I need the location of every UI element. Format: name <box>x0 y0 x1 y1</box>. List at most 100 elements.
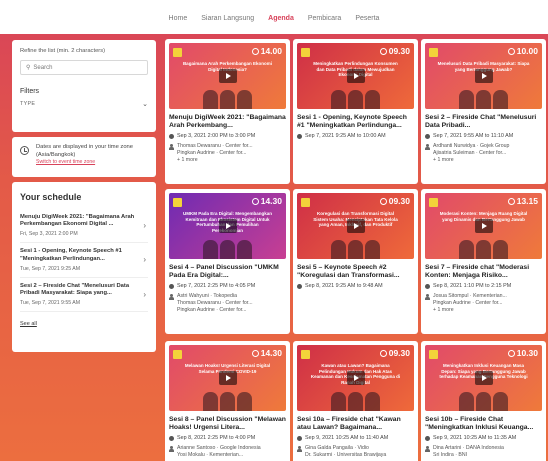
session-thumbnail[interactable]: 10.30 Meningkatkan Inklusi Keuangan Masa … <box>425 345 542 411</box>
clock-icon <box>251 349 259 357</box>
play-icon[interactable] <box>474 69 493 83</box>
event-logo-icon <box>173 198 182 207</box>
speaker-photos <box>425 87 542 109</box>
session-card[interactable]: 14.00 Bagaimana Arah Perkembangan Ekonomi… <box>165 39 290 184</box>
session-date-row: Sep 9, 2021 10:25 AM to 11:35 AM <box>425 435 542 441</box>
session-card[interactable]: 09.30 Koregulasi dan Transformasi Digital… <box>293 189 418 334</box>
session-speakers: Gina Galda Pangaila · Vidio Dr. Sukarmi ·… <box>297 445 414 459</box>
search-input[interactable]: ⚲ Search <box>20 60 148 75</box>
schedule-item[interactable]: Sesi 2 – Fireside Chat "Menelusuri Data … <box>20 278 148 313</box>
schedule-item-date: Tue, Sep 7, 2021 9:25 AM <box>20 265 81 272</box>
session-time-badge: 10.30 <box>507 348 538 358</box>
person-icon <box>425 294 430 300</box>
speaker-name: Ardhanti Nurwidya · Gojek Group <box>433 143 510 149</box>
calendar-icon <box>297 133 302 139</box>
search-icon: ⚲ <box>26 65 31 71</box>
session-time: 14.00 <box>260 46 282 56</box>
session-time-badge: 10.00 <box>507 46 538 56</box>
session-date: Sep 7, 2021 9:55 AM to 11:10 AM <box>433 133 514 139</box>
session-thumbnail[interactable]: 09.30 Meningkatkan Perlindungan Konsumen … <box>297 43 414 109</box>
nav-link-peserta[interactable]: Peserta <box>355 12 379 22</box>
session-card[interactable]: 14.30 Melawan Hoaks! Urgensi Literasi Dig… <box>165 341 290 461</box>
calendar-icon <box>169 283 174 289</box>
session-date-row: Sep 7, 2021 2:25 PM to 4:05 PM <box>169 283 286 289</box>
session-date: Sep 9, 2021 10:25 AM to 11:35 AM <box>433 435 517 441</box>
event-logo-icon <box>301 48 310 57</box>
session-time-badge: 09.30 <box>379 348 410 358</box>
nav-link-pembicara[interactable]: Pembicara <box>308 12 341 22</box>
session-title[interactable]: Sesi 8 – Panel Discussion "Melawan Hoaks… <box>169 416 286 432</box>
schedule-item[interactable]: Menuju DigiWeek 2021: "Bagaimana Arah Pe… <box>20 209 148 244</box>
play-icon[interactable] <box>218 371 237 385</box>
session-thumbnail[interactable]: 13.15 Moderasi Konten: Menjaga Ruang Digi… <box>425 193 542 259</box>
session-thumbnail[interactable]: 09.30 Kawan atau Lawan? Bagaimana Pelindu… <box>297 345 414 411</box>
session-card[interactable]: 10.00 Menelusuri Data Pribadi Masyarakat:… <box>421 39 546 184</box>
calendar-icon <box>297 435 302 441</box>
session-card[interactable]: 09.30 Kawan atau Lawan? Bagaimana Pelindu… <box>293 341 418 461</box>
event-logo-icon <box>173 48 182 57</box>
schedule-item[interactable]: Sesi 1 - Opening, Keynote Speech #1 "Men… <box>20 243 148 278</box>
session-title[interactable]: Sesi 10b – Fireside Chat "Meningkatkan I… <box>425 416 542 432</box>
filter-hint: Refine the list (min. 2 characters) <box>20 48 106 54</box>
session-card[interactable]: 09.30 Meningkatkan Perlindungan Konsumen … <box>293 39 418 184</box>
session-thumbnail[interactable]: 14.30 UMKM Pada Era Digital: Mengembangka… <box>169 193 286 259</box>
play-icon[interactable] <box>346 371 365 385</box>
play-icon[interactable] <box>474 371 493 385</box>
session-title[interactable]: Sesi 1 - Opening, Keynote Speech #1 "Men… <box>297 114 414 130</box>
search-placeholder: Search <box>33 64 53 71</box>
session-time: 09.30 <box>388 46 410 56</box>
speaker-name: Thomas Dewaranu · Center for... <box>177 300 253 306</box>
session-title[interactable]: Menuju DigiWeek 2021: "Bagaimana Arah Pe… <box>169 114 286 130</box>
session-thumbnail[interactable]: 14.30 Melawan Hoaks! Urgensi Literasi Dig… <box>169 345 286 411</box>
speaker-name: Thomas Dewaranu · Center for... <box>177 143 253 149</box>
session-date-row: Sep 9, 2021 10:25 AM to 11:40 AM <box>297 435 414 441</box>
session-card[interactable]: 14.30 UMKM Pada Era Digital: Mengembangka… <box>165 189 290 334</box>
switch-timezone-link[interactable]: Switch to event time zone <box>36 159 148 165</box>
play-icon[interactable] <box>474 219 493 233</box>
speaker-name: Ajisatria Suleiman · Center for... <box>433 150 507 156</box>
event-logo-icon <box>429 350 438 359</box>
person-icon <box>425 446 430 452</box>
top-nav: Home Siaran Langsung Agenda Pembicara Pesert… <box>0 0 548 34</box>
session-speakers: Astri Wahyuni · Tokopedia Thomas Dewaranu… <box>169 293 286 314</box>
speaker-photos <box>169 237 286 259</box>
see-all-link[interactable]: See all <box>20 321 148 327</box>
speaker-name: Astri Wahyuni · Tokopedia <box>177 293 237 299</box>
session-title[interactable]: Sesi 2 – Fireside Chat "Menelusuri Data … <box>425 114 542 130</box>
calendar-icon <box>425 133 430 139</box>
event-logo-icon <box>429 48 438 57</box>
session-thumbnail[interactable]: 14.00 Bagaimana Arah Perkembangan Ekonomi… <box>169 43 286 109</box>
nav-link-agenda[interactable]: Agenda <box>268 12 294 22</box>
play-icon[interactable] <box>218 69 237 83</box>
session-time-badge: 09.30 <box>379 196 410 206</box>
nav-link-siaran-langsung[interactable]: Siaran Langsung <box>201 12 254 22</box>
session-card[interactable]: 13.15 Moderasi Konten: Menjaga Ruang Digi… <box>421 189 546 334</box>
session-thumbnail[interactable]: 09.30 Koregulasi dan Transformasi Digital… <box>297 193 414 259</box>
person-icon <box>297 446 302 452</box>
clock-icon <box>379 349 387 357</box>
clock-icon <box>507 47 515 55</box>
session-title[interactable]: Sesi 10a – Fireside chat "Kawan atau Law… <box>297 416 414 432</box>
play-icon[interactable] <box>346 69 365 83</box>
more-speakers: + 1 more <box>177 157 198 163</box>
session-time-badge: 14.30 <box>251 348 282 358</box>
speaker-name: Yosi Mokalu · Kementerian... <box>177 452 244 458</box>
filters-title: Filters <box>20 88 40 95</box>
play-icon[interactable] <box>346 219 365 233</box>
play-icon[interactable] <box>218 219 237 233</box>
speaker-photos <box>425 389 542 411</box>
session-date-row: Sep 7, 2021 9:55 AM to 11:10 AM <box>425 133 542 139</box>
nav-link-home[interactable]: Home <box>169 12 188 22</box>
session-title[interactable]: Sesi 7 – Fireside chat "Moderasi Konten:… <box>425 264 542 280</box>
session-date: Sep 8, 2021 1:10 PM to 2:15 PM <box>433 283 512 289</box>
type-filter-dropdown[interactable]: TYPE ⌄ <box>20 100 148 108</box>
session-card[interactable]: 10.30 Meningkatkan Inklusi Keuangan Masa … <box>421 341 546 461</box>
session-thumbnail[interactable]: 10.00 Menelusuri Data Pribadi Masyarakat:… <box>425 43 542 109</box>
session-title[interactable]: Sesi 4 – Panel Discussion "UMKM Pada Era… <box>169 264 286 280</box>
session-speakers: Ardhanti Nurwidya · Gojek Group Ajisatria… <box>425 143 542 164</box>
speaker-name: Pingkan Audrine · Center for... <box>177 307 247 313</box>
event-logo-icon <box>301 350 310 359</box>
session-time: 14.30 <box>260 348 282 358</box>
session-title[interactable]: Sesi 5 – Keynote Speech #2 "Koregulasi d… <box>297 264 414 280</box>
clock-icon <box>251 197 259 205</box>
